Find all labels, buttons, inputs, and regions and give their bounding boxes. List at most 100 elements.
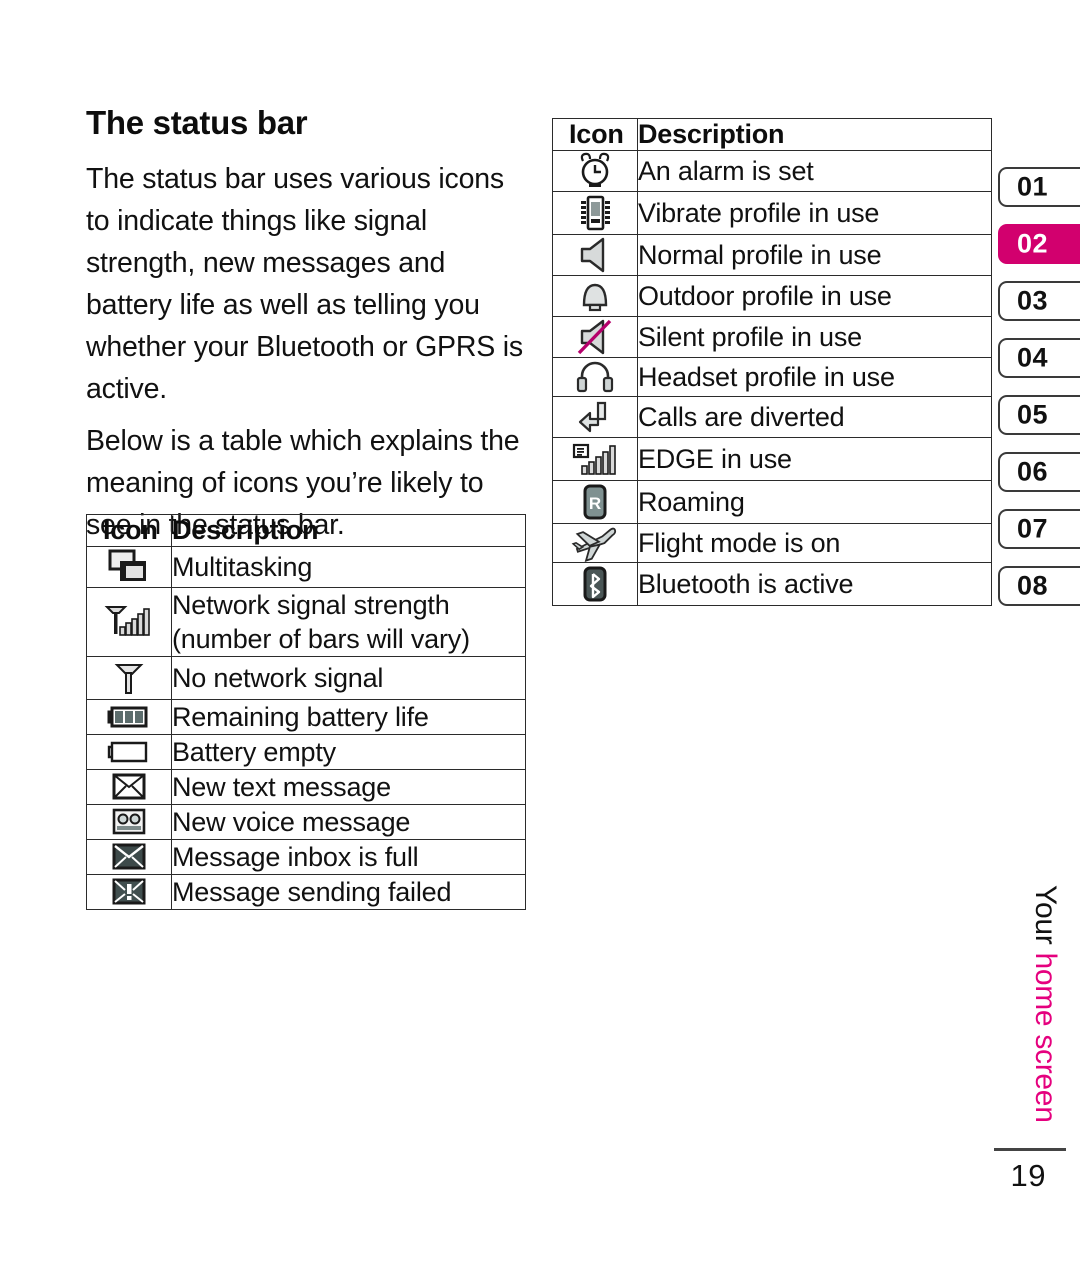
table-row: Multitasking xyxy=(86,546,526,588)
table-row: An alarm is set xyxy=(552,150,992,192)
table-row: R Roaming xyxy=(552,480,992,524)
table-row: Bluetooth is active xyxy=(552,562,992,606)
table-row: Network signal strength (number of bars … xyxy=(86,587,526,657)
new-text-message-icon xyxy=(112,773,146,800)
chapter-tab-rail: 01 02 03 04 05 06 07 08 xyxy=(998,167,1080,623)
table-row: New text message xyxy=(86,769,526,805)
multitasking-icon xyxy=(108,549,146,581)
icon-cell xyxy=(86,699,172,735)
chapter-tab-04[interactable]: 04 xyxy=(998,338,1080,378)
table-row: Battery empty xyxy=(86,734,526,770)
right-icon-table: Icon Description An alarm is set Vibrate… xyxy=(552,118,992,606)
table-row: Remaining battery life xyxy=(86,699,526,735)
row-description: Headset profile in use xyxy=(637,357,992,397)
icon-cell xyxy=(86,587,172,657)
icon-cell xyxy=(552,562,638,606)
row-description: New voice message xyxy=(171,804,526,840)
chapter-tab-label: 02 xyxy=(1017,228,1049,259)
row-description: An alarm is set xyxy=(637,150,992,192)
table-row: Normal profile in use xyxy=(552,234,992,276)
row-description: New text message xyxy=(171,769,526,805)
roaming-icon: R xyxy=(583,484,607,520)
bluetooth-icon xyxy=(583,566,607,602)
table-row: EDGE in use xyxy=(552,437,992,481)
call-divert-icon xyxy=(578,401,607,433)
svg-text:R: R xyxy=(589,494,601,513)
section-side-label: Your home screen xyxy=(1024,885,1066,1135)
chapter-tab-07[interactable]: 07 xyxy=(998,509,1080,549)
alarm-clock-icon xyxy=(580,152,610,187)
row-description: Roaming xyxy=(637,480,992,524)
flight-mode-icon xyxy=(571,527,617,562)
icon-cell xyxy=(86,546,172,588)
battery-empty-icon xyxy=(107,741,148,763)
chapter-tab-06[interactable]: 06 xyxy=(998,452,1080,492)
chapter-tab-03[interactable]: 03 xyxy=(998,281,1080,321)
left-icon-table: Icon Description Multitasking Network si… xyxy=(86,514,526,910)
chapter-tab-label: 03 xyxy=(1017,285,1049,316)
headset-icon xyxy=(576,361,614,393)
left-table-header-icon: Icon xyxy=(86,514,172,547)
chapter-tab-label: 01 xyxy=(1017,171,1049,202)
icon-cell xyxy=(552,523,638,563)
table-row: No network signal xyxy=(86,656,526,700)
speaker-icon xyxy=(580,237,605,273)
row-description: EDGE in use xyxy=(637,437,992,481)
icon-cell xyxy=(552,234,638,276)
row-description: Network signal strength (number of bars … xyxy=(171,587,526,657)
chapter-tab-label: 05 xyxy=(1017,399,1049,430)
row-description: Calls are diverted xyxy=(637,396,992,438)
table-row: Message sending failed xyxy=(86,874,526,910)
row-description: Flight mode is on xyxy=(637,523,992,563)
table-row: Flight mode is on xyxy=(552,523,992,563)
speaker-muted-icon xyxy=(577,319,612,355)
new-voice-message-icon xyxy=(112,808,146,835)
battery-full-icon xyxy=(107,706,148,728)
right-table-header-description: Description xyxy=(637,118,992,151)
inbox-full-icon xyxy=(112,843,146,870)
icon-cell xyxy=(86,839,172,875)
signal-bars-icon xyxy=(104,606,150,636)
icon-cell xyxy=(86,734,172,770)
chapter-tab-label: 07 xyxy=(1017,513,1049,544)
chapter-tab-05[interactable]: 05 xyxy=(998,395,1080,435)
chapter-tab-label: 08 xyxy=(1017,570,1049,601)
row-description: Message sending failed xyxy=(171,874,526,910)
row-description: No network signal xyxy=(171,656,526,700)
table-row: Message inbox is full xyxy=(86,839,526,875)
table-header-row: Icon Description xyxy=(86,514,526,547)
row-description: Multitasking xyxy=(171,546,526,588)
icon-cell xyxy=(86,769,172,805)
icon-cell xyxy=(552,150,638,192)
icon-cell xyxy=(552,437,638,481)
left-icon-table-wrapper: Icon Description Multitasking Network si… xyxy=(86,514,526,910)
row-description: Remaining battery life xyxy=(171,699,526,735)
row-description: Outdoor profile in use xyxy=(637,275,992,317)
table-row: Outdoor profile in use xyxy=(552,275,992,317)
row-description: Battery empty xyxy=(171,734,526,770)
icon-cell xyxy=(86,804,172,840)
table-row: Vibrate profile in use xyxy=(552,191,992,235)
row-description: Message inbox is full xyxy=(171,839,526,875)
page-number: 19 xyxy=(1010,1158,1046,1193)
vibrate-icon xyxy=(581,195,610,231)
icon-cell xyxy=(552,316,638,358)
side-label-text: Your home screen xyxy=(1028,885,1062,1123)
table-row: New voice message xyxy=(86,804,526,840)
icon-cell xyxy=(552,191,638,235)
icon-cell: R xyxy=(552,480,638,524)
left-table-header-description: Description xyxy=(171,514,526,547)
icon-cell xyxy=(86,874,172,910)
icon-cell xyxy=(552,396,638,438)
left-content-column: The status bar The status bar uses vario… xyxy=(86,104,526,556)
row-description: Silent profile in use xyxy=(637,316,992,358)
chapter-tab-02[interactable]: 02 xyxy=(998,224,1080,264)
icon-cell xyxy=(86,656,172,700)
table-row: Calls are diverted xyxy=(552,396,992,438)
intro-paragraph-1: The status bar uses various icons to ind… xyxy=(86,163,523,405)
edge-signal-icon xyxy=(572,443,616,475)
chapter-tab-01[interactable]: 01 xyxy=(998,167,1080,207)
chapter-tab-08[interactable]: 08 xyxy=(998,566,1080,606)
message-failed-icon xyxy=(112,878,146,905)
right-icon-table-wrapper: Icon Description An alarm is set Vibrate… xyxy=(552,118,992,606)
